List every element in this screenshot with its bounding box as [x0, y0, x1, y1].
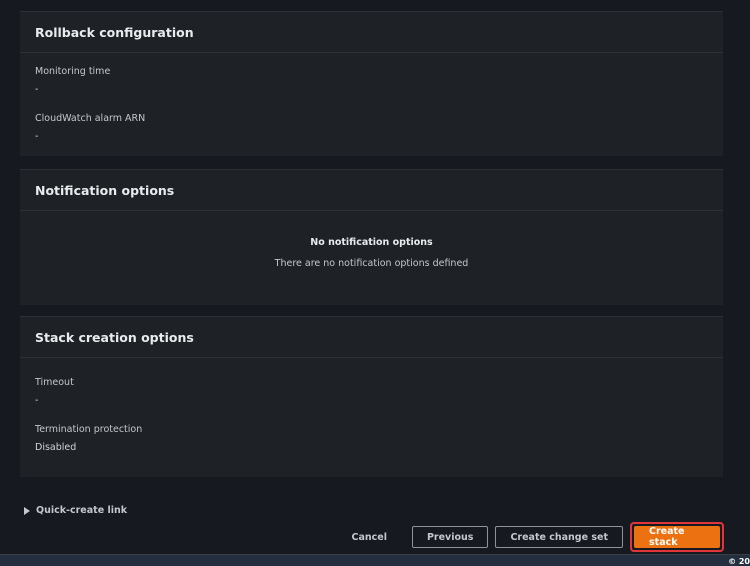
- timeout-value: -: [35, 395, 39, 406]
- quick-create-link-label: Quick-create link: [36, 505, 128, 516]
- cloudwatch-alarm-value: -: [35, 131, 39, 142]
- notification-empty-state: No notification options There are no not…: [20, 237, 723, 269]
- notification-empty-title: No notification options: [310, 237, 433, 248]
- create-stack-button[interactable]: Create stack: [634, 526, 720, 548]
- create-change-set-button[interactable]: Create change set: [495, 526, 623, 548]
- cloudwatch-alarm-field: CloudWatch alarm ARN -: [20, 113, 723, 142]
- cloudwatch-alarm-label: CloudWatch alarm ARN: [35, 113, 146, 124]
- wizard-actions: Cancel Previous Create change set Create…: [333, 522, 724, 552]
- caret-right-icon: [24, 506, 30, 515]
- footer-bar: [0, 555, 750, 566]
- notification-empty-description: There are no notification options define…: [274, 258, 469, 269]
- rollback-configuration-panel: Rollback configuration Monitoring time -…: [20, 11, 723, 156]
- quick-create-link-toggle[interactable]: Quick-create link: [24, 505, 127, 516]
- monitoring-time-label: Monitoring time: [35, 66, 111, 77]
- monitoring-time-value: -: [35, 84, 39, 95]
- rollback-configuration-title: Rollback configuration: [20, 12, 723, 53]
- termination-protection-field: Termination protection Disabled: [20, 424, 723, 453]
- termination-protection-value: Disabled: [35, 442, 77, 453]
- termination-protection-label: Termination protection: [35, 424, 143, 435]
- previous-button[interactable]: Previous: [411, 526, 489, 548]
- monitoring-time-field: Monitoring time -: [20, 66, 723, 95]
- copyright-text: © 20: [728, 557, 750, 566]
- notification-options-title: Notification options: [20, 170, 723, 211]
- cancel-button[interactable]: Cancel: [333, 526, 404, 548]
- timeout-field: Timeout -: [20, 377, 723, 406]
- create-stack-highlight: Create stack: [630, 522, 724, 552]
- notification-options-panel: Notification options No notification opt…: [20, 169, 723, 305]
- stack-creation-options-panel: Stack creation options Timeout - Termina…: [20, 316, 723, 477]
- stack-creation-options-title: Stack creation options: [20, 317, 723, 358]
- timeout-label: Timeout: [35, 377, 74, 388]
